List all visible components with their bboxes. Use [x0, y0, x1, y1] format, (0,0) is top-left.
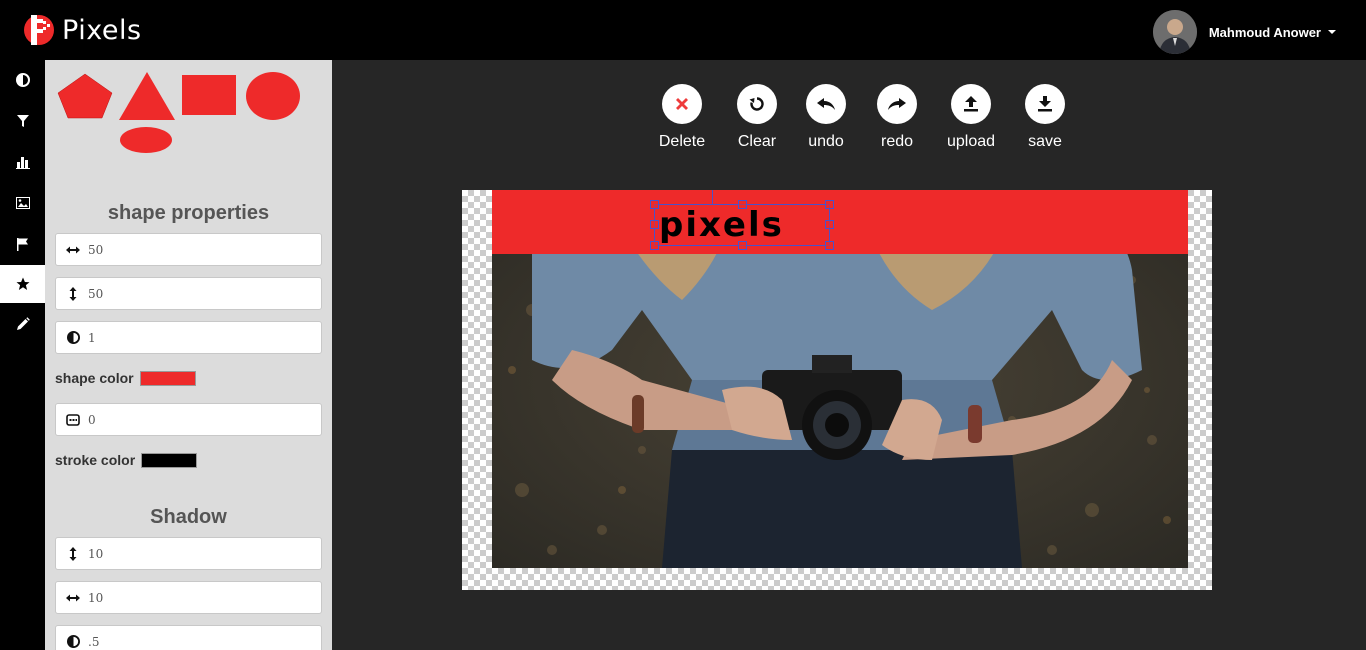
shape-color-row: shape color — [55, 370, 196, 386]
upload-icon[interactable] — [951, 84, 991, 124]
shape-palette — [57, 72, 300, 153]
rail-item-images[interactable] — [0, 184, 45, 222]
bar-chart-icon — [15, 157, 30, 169]
save-icon[interactable] — [1025, 84, 1065, 124]
circle-shape[interactable] — [246, 72, 300, 120]
upload-label: upload — [946, 133, 996, 150]
shadow-opacity-field[interactable]: .5 — [55, 625, 322, 650]
resize-handle-e[interactable] — [825, 220, 834, 229]
stroke-color-row: stroke color — [55, 452, 198, 468]
vertical-arrows-icon — [66, 546, 80, 561]
red-banner-shape[interactable]: pixels — [492, 190, 1188, 254]
pencil-icon — [16, 317, 30, 330]
user-name[interactable]: Mahmoud Anower — [1209, 25, 1321, 40]
vertical-arrows-icon — [66, 286, 80, 301]
filter-icon — [16, 115, 29, 127]
shape-opacity-field[interactable]: 1 — [55, 321, 322, 354]
rail-item-stickers[interactable] — [0, 225, 45, 263]
resize-handle-s[interactable] — [738, 241, 747, 250]
user-avatar-icon — [1152, 10, 1197, 54]
selected-text-object[interactable]: pixels — [650, 200, 834, 250]
clear-button[interactable]: Clear — [717, 84, 797, 151]
properties-panel: shape properties 50 50 1 shape color 0 s… — [45, 60, 332, 650]
redo-button[interactable]: redo — [857, 84, 937, 151]
stroke-color-swatch[interactable] — [141, 452, 198, 468]
tool-rail — [0, 60, 45, 650]
canvas-text[interactable]: pixels — [659, 205, 784, 245]
ellipse-shape[interactable] — [120, 127, 172, 153]
resize-handle-w[interactable] — [650, 220, 659, 229]
clear-icon[interactable] — [737, 84, 777, 124]
chevron-down-icon[interactable] — [1328, 30, 1336, 34]
editor-canvas[interactable]: pixels — [462, 190, 1212, 590]
stroke-width-icon — [66, 413, 80, 427]
resize-handle-sw[interactable] — [650, 241, 659, 250]
redo-label: redo — [880, 133, 914, 150]
triangle-shape[interactable] — [119, 72, 175, 120]
shape-width-value: 50 — [88, 242, 104, 257]
rail-item-draw[interactable] — [0, 305, 45, 343]
stroke-color-label: stroke color — [55, 452, 136, 468]
shape-opacity-value: 1 — [88, 330, 96, 345]
avatar[interactable] — [1152, 10, 1197, 54]
contrast-icon — [66, 331, 80, 345]
shadow-offset-y-value: 10 — [88, 546, 104, 561]
shape-color-swatch[interactable] — [139, 370, 196, 386]
shape-color-label: shape color — [55, 370, 134, 386]
app-name: Pixels — [62, 15, 142, 46]
rail-item-adjust[interactable] — [0, 61, 45, 99]
app-logo[interactable]: Pixels — [22, 8, 141, 52]
contrast-icon — [15, 73, 30, 87]
rail-item-stats[interactable] — [0, 143, 45, 181]
rotate-handle-line — [712, 190, 713, 204]
rail-item-filters[interactable] — [0, 102, 45, 140]
rectangle-shape[interactable] — [182, 75, 236, 115]
shape-height-field[interactable]: 50 — [55, 277, 322, 310]
resize-handle-nw[interactable] — [650, 200, 659, 209]
contrast-icon — [66, 635, 80, 649]
image-icon — [15, 197, 30, 209]
star-icon — [16, 277, 29, 290]
undo-label: undo — [808, 133, 844, 150]
flag-icon — [16, 238, 28, 251]
delete-button[interactable]: Delete — [642, 84, 722, 151]
shadow-offset-x-field[interactable]: 10 — [55, 581, 322, 614]
canvas-photo[interactable]: pixels — [492, 190, 1188, 568]
delete-icon[interactable] — [662, 84, 702, 124]
save-button[interactable]: save — [1005, 84, 1085, 151]
stroke-width-value: 0 — [88, 412, 96, 427]
shadow-offset-y-field[interactable]: 10 — [55, 537, 322, 570]
shadow-title: Shadow — [150, 506, 227, 528]
shadow-offset-x-value: 10 — [88, 590, 104, 605]
top-bar: Pixels Mahmoud Anower — [0, 0, 1366, 60]
pixels-logo-icon — [24, 15, 54, 45]
undo-icon[interactable] — [806, 84, 846, 124]
resize-handle-se[interactable] — [825, 241, 834, 250]
rail-item-shapes[interactable] — [0, 265, 45, 303]
horizontal-arrows-icon — [66, 243, 80, 257]
undo-button[interactable]: undo — [786, 84, 866, 151]
upload-button[interactable]: upload — [931, 84, 1011, 151]
horizontal-arrows-icon — [66, 591, 80, 605]
resize-handle-n[interactable] — [738, 200, 747, 209]
shape-width-field[interactable]: 50 — [55, 233, 322, 266]
stroke-width-field[interactable]: 0 — [55, 403, 322, 436]
shadow-opacity-value: .5 — [88, 634, 100, 649]
save-label: save — [1028, 133, 1062, 150]
resize-handle-ne[interactable] — [825, 200, 834, 209]
redo-icon[interactable] — [877, 84, 917, 124]
shape-height-value: 50 — [88, 286, 104, 301]
pentagon-shape[interactable] — [57, 73, 113, 119]
clear-label: Clear — [737, 133, 777, 150]
user-menu[interactable]: Mahmoud Anower — [1152, 10, 1336, 54]
delete-label: Delete — [658, 133, 706, 150]
shape-properties-title: shape properties — [107, 202, 270, 224]
